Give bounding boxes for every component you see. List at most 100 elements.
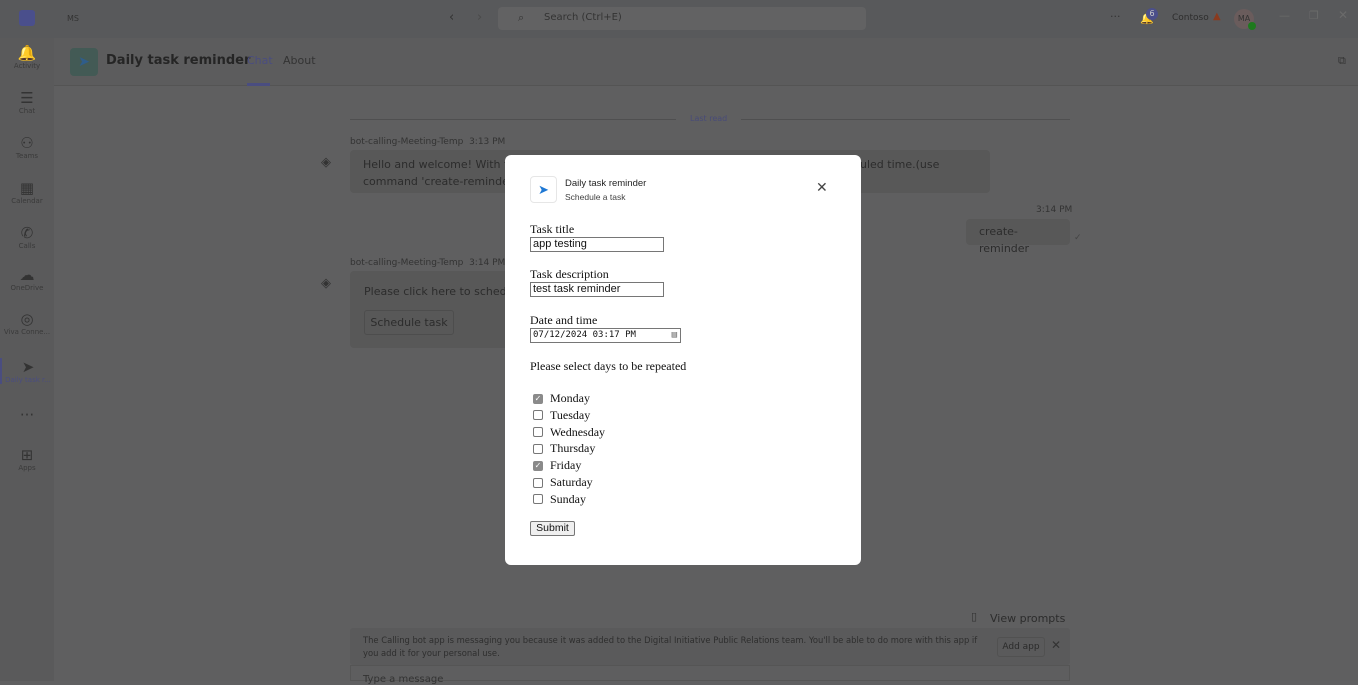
phone-icon: ✆: [20, 224, 34, 242]
message-time: 3:14 PM: [1036, 205, 1073, 215]
rail-item-label: OneDrive: [10, 284, 44, 292]
rail-item-calendar[interactable]: ▦ Calendar: [0, 179, 54, 205]
chat-header: ➤ Daily task reminder Chat About ⧉: [54, 38, 1358, 86]
rail-item-viva-conne-[interactable]: ◎ Viva Conne...: [0, 310, 54, 336]
teams-logo: [19, 10, 35, 26]
teams-icon: ⚇: [20, 134, 34, 152]
add-apps-icon: ⊞: [20, 446, 34, 464]
day-option-thursday[interactable]: Thursday: [533, 441, 595, 456]
saturday-checkbox[interactable]: [533, 477, 543, 488]
tab-chat[interactable]: Chat: [247, 54, 273, 67]
day-option-wednesday[interactable]: Wednesday: [533, 425, 605, 440]
day-label: Sunday: [550, 491, 586, 506]
search-icon: ⌕: [518, 11, 525, 24]
day-option-tuesday[interactable]: Tuesday: [533, 408, 590, 423]
title-bar: MS ‹ › ⌕ Search (Ctrl+E) ··· 🔔 6 Contoso…: [0, 0, 1358, 38]
last-read-label: Last read: [676, 114, 742, 123]
dismiss-banner-icon[interactable]: ✕: [1051, 638, 1061, 652]
minimize-icon[interactable]: —: [1279, 9, 1290, 22]
rail-item-label: Calls: [18, 242, 36, 250]
warning-icon: ▲: [1213, 11, 1221, 22]
maximize-icon[interactable]: ❐: [1309, 9, 1319, 22]
dialog-app-icon: ➤: [530, 176, 557, 203]
viva-icon: ◎: [20, 310, 34, 328]
monday-checkbox[interactable]: ✓: [533, 393, 543, 404]
back-icon[interactable]: ‹: [449, 10, 454, 25]
tenant-name[interactable]: Contoso: [1172, 13, 1209, 23]
banner-text: The Calling bot app is messaging you bec…: [363, 635, 978, 658]
thursday-checkbox[interactable]: [533, 443, 543, 454]
rail-item-label: Teams: [15, 152, 39, 160]
popout-icon[interactable]: ⧉: [1338, 54, 1346, 68]
day-label: Monday: [550, 391, 590, 405]
tuesday-checkbox[interactable]: [533, 410, 543, 421]
rail-item-more[interactable]: ···: [0, 406, 54, 424]
schedule-task-dialog: ➤ Daily task reminder Schedule a task ✕ …: [505, 155, 861, 565]
close-dialog-icon[interactable]: ✕: [816, 180, 828, 196]
task-title-input[interactable]: app testing: [530, 237, 664, 252]
message-sender: bot-calling-Meeting-Temp 3:14 PM: [350, 258, 506, 268]
task-description-input[interactable]: test task reminder: [530, 282, 664, 297]
rail-item-label: Activity: [13, 62, 41, 70]
rail-item-calls[interactable]: ✆ Calls: [0, 224, 54, 250]
app-icon: ➤: [21, 358, 35, 376]
calendar-icon: ▦: [19, 179, 35, 197]
day-option-sunday[interactable]: Sunday: [533, 492, 586, 507]
task-title-label: Task title: [530, 222, 575, 236]
friday-checkbox[interactable]: ✓: [533, 460, 543, 471]
date-time-input[interactable]: 07/12/2024 03:17 PM ▤: [530, 328, 681, 343]
tab-about[interactable]: About: [283, 54, 316, 67]
day-option-monday[interactable]: ✓ Monday: [533, 391, 590, 406]
page-title: Daily task reminder: [106, 53, 251, 68]
rail-item-apps[interactable]: ⊞ Apps: [0, 446, 54, 472]
app-icon: ➤: [70, 48, 98, 76]
info-banner: The Calling bot app is messaging you bec…: [350, 628, 1070, 665]
day-option-saturday[interactable]: Saturday: [533, 475, 593, 490]
search-input[interactable]: ⌕ Search (Ctrl+E): [498, 7, 866, 30]
close-window-icon[interactable]: ✕: [1338, 8, 1348, 22]
day-option-friday[interactable]: ✓ Friday: [533, 458, 581, 473]
schedule-task-button[interactable]: Schedule task: [364, 310, 454, 335]
compose-placeholder: Type a message: [363, 674, 444, 685]
app-rail: 🔔 Activity ☰ Chat ⚇ Teams ▦ Calendar ✆ Calls ☁ OneD…: [0, 38, 54, 681]
message-sender: bot-calling-Meeting-Temp 3:13 PM: [350, 137, 506, 147]
rail-item-label: Viva Conne...: [3, 328, 51, 336]
cloud-icon: ☁: [19, 266, 35, 284]
more-options-icon[interactable]: ···: [1110, 10, 1121, 23]
rail-item-teams[interactable]: ⚇ Teams: [0, 134, 54, 160]
org-name: MS: [67, 14, 79, 23]
submit-button[interactable]: Submit: [530, 521, 575, 536]
read-receipt-icon: ✓: [1074, 233, 1082, 243]
repeat-days-label: Please select days to be repeated: [530, 359, 687, 373]
bot-avatar-icon: ◈: [321, 155, 331, 170]
day-label: Wednesday: [550, 424, 606, 439]
dialog-app-name: Daily task reminder: [565, 178, 647, 189]
tab-chat-underline: [247, 83, 270, 86]
rail-item-label: Chat: [18, 107, 36, 115]
prompts-icon[interactable]: ▯: [971, 610, 977, 623]
bot-avatar-icon: ◈: [321, 276, 331, 291]
view-prompts-link[interactable]: View prompts: [990, 612, 1065, 625]
compose-box[interactable]: Type a message: [350, 665, 1070, 685]
sunday-checkbox[interactable]: [533, 494, 543, 505]
rail-item-chat[interactable]: ☰ Chat: [0, 89, 54, 115]
forward-icon[interactable]: ›: [477, 10, 482, 25]
rail-item-daily-task-r-[interactable]: ➤ Daily task r...: [0, 358, 54, 384]
date-time-label: Date and time: [530, 313, 598, 327]
day-label: Saturday: [550, 475, 593, 489]
rail-item-label: Calendar: [11, 197, 43, 205]
search-placeholder: Search (Ctrl+E): [544, 12, 622, 23]
day-label: Friday: [550, 458, 582, 473]
add-app-button[interactable]: Add app: [997, 637, 1045, 657]
wednesday-checkbox[interactable]: [533, 427, 543, 438]
chat-icon: ☰: [20, 89, 34, 107]
calendar-picker-icon[interactable]: ▤: [672, 329, 677, 342]
day-label: Thursday: [550, 441, 596, 456]
rail-item-label: Apps: [18, 464, 36, 472]
status-available-icon: [1248, 22, 1256, 30]
rail-item-onedrive[interactable]: ☁ OneDrive: [0, 266, 54, 292]
notification-badge: 6: [1146, 8, 1158, 20]
more-icon: ···: [19, 406, 35, 424]
day-label: Tuesday: [550, 407, 591, 422]
rail-item-activity[interactable]: 🔔 Activity: [0, 44, 54, 70]
